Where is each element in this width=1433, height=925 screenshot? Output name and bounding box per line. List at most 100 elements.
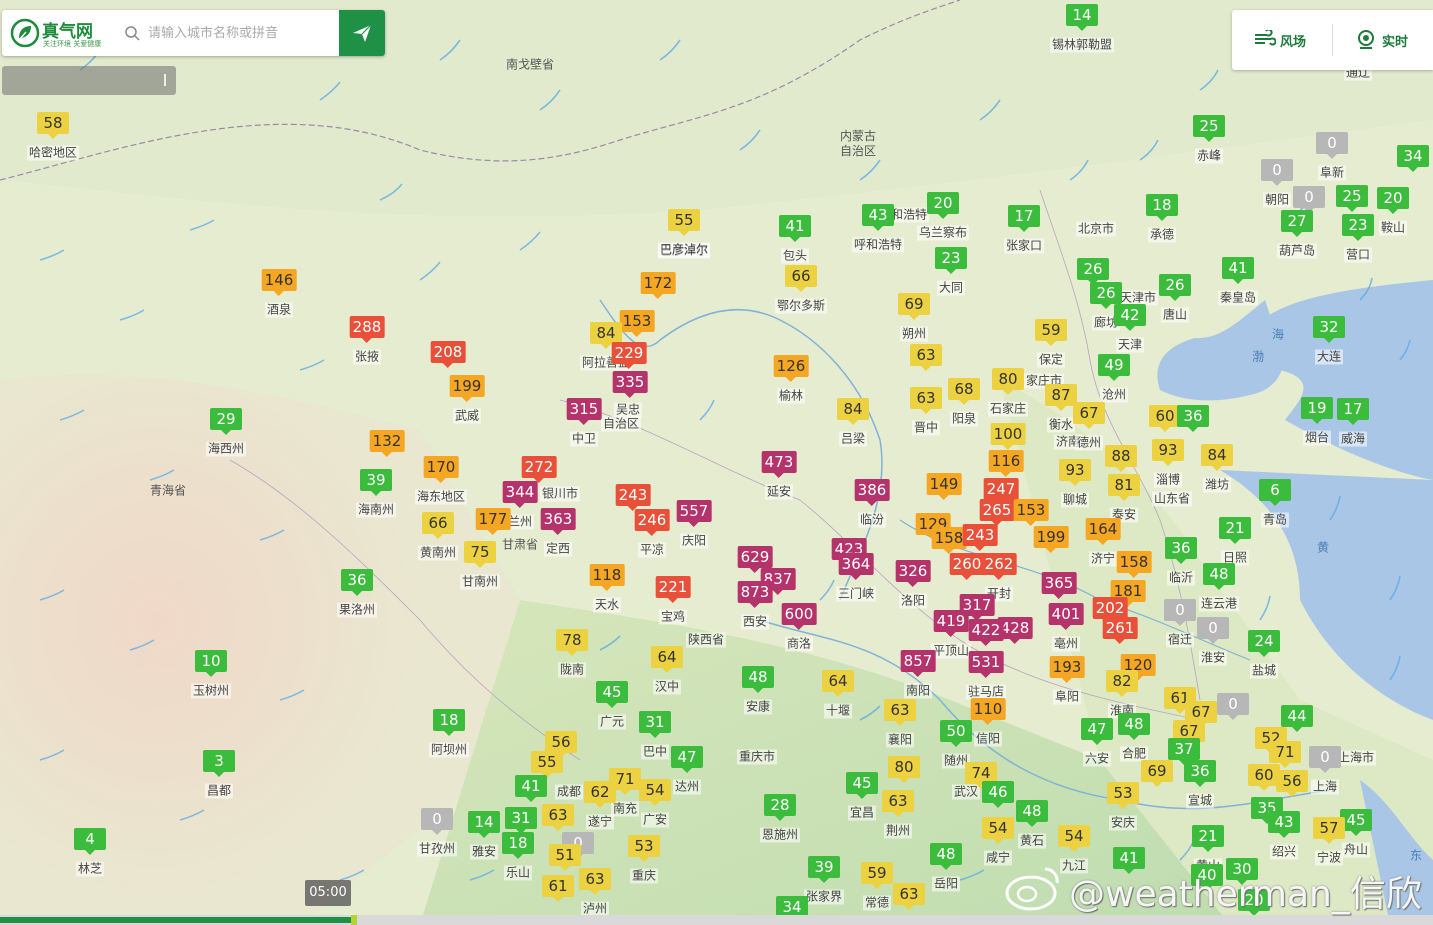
aqi-marker[interactable]: 68 (948, 378, 980, 405)
aqi-marker[interactable]: 29 (210, 408, 242, 435)
aqi-marker[interactable]: 260 (949, 553, 985, 580)
aqi-marker[interactable]: 262 (981, 553, 1017, 580)
aqi-marker[interactable]: 50 (940, 720, 972, 747)
aqi-marker[interactable]: 177 (475, 508, 511, 535)
aqi-marker[interactable]: 57 (1313, 817, 1345, 844)
aqi-marker[interactable]: 326 (895, 560, 931, 587)
aqi-marker[interactable]: 71 (1269, 741, 1301, 768)
aqi-marker[interactable]: 265 (979, 499, 1015, 526)
aqi-marker[interactable]: 75 (464, 541, 496, 568)
aqi-marker[interactable]: 24 (1248, 630, 1280, 657)
aqi-marker[interactable]: 246 (634, 509, 670, 536)
aqi-marker[interactable]: 59 (861, 862, 893, 889)
aqi-marker[interactable]: 93 (1152, 439, 1184, 466)
aqi-marker[interactable]: 48 (742, 666, 774, 693)
aqi-marker[interactable]: 0 (1197, 617, 1229, 644)
aqi-marker[interactable]: 193 (1049, 656, 1085, 683)
aqi-marker[interactable]: 34 (1397, 145, 1429, 172)
aqi-marker[interactable]: 63 (884, 699, 916, 726)
aqi-marker[interactable]: 208 (430, 341, 466, 368)
aqi-marker[interactable]: 54 (1058, 825, 1090, 852)
aqi-marker[interactable]: 873 (737, 581, 773, 608)
aqi-marker[interactable]: 18 (502, 832, 534, 859)
aqi-marker[interactable]: 118 (589, 564, 625, 591)
aqi-marker[interactable]: 419 (933, 610, 969, 637)
aqi-marker[interactable]: 48 (1016, 800, 1048, 827)
aqi-marker[interactable]: 4 (74, 828, 106, 855)
aqi-marker[interactable]: 88 (1105, 445, 1137, 472)
aqi-marker[interactable]: 221 (655, 576, 691, 603)
aqi-marker[interactable]: 36 (341, 569, 373, 596)
aqi-marker[interactable]: 243 (615, 484, 651, 511)
search-input[interactable] (148, 21, 338, 45)
aqi-marker[interactable]: 422 (968, 619, 1004, 646)
aqi-marker[interactable]: 80 (888, 756, 920, 783)
aqi-marker[interactable]: 0 (1293, 186, 1325, 213)
aqi-marker[interactable]: 170 (423, 456, 459, 483)
aqi-marker[interactable]: 18 (1146, 194, 1178, 221)
aqi-marker[interactable]: 36 (1177, 405, 1209, 432)
aqi-marker[interactable]: 14 (1066, 4, 1098, 31)
aqi-marker[interactable]: 64 (651, 646, 683, 673)
aqi-marker[interactable]: 153 (1013, 499, 1049, 526)
aqi-marker[interactable]: 37 (1168, 738, 1200, 765)
aqi-marker[interactable]: 45 (596, 681, 628, 708)
aqi-marker[interactable]: 126 (773, 355, 809, 382)
aqi-marker[interactable]: 54 (639, 779, 671, 806)
aqi-marker[interactable]: 20 (927, 192, 959, 219)
map-canvas[interactable]: 南戈壁省 内蒙古 自治区 青海省 甘肃省渤黄海东北京市 天津市 家庄市 山东省 济南 重庆市 陕西… (0, 0, 1433, 925)
aqi-marker[interactable]: 28 (764, 794, 796, 821)
aqi-marker[interactable]: 21 (1192, 825, 1224, 852)
aqi-marker[interactable]: 557 (676, 500, 712, 527)
aqi-marker[interactable]: 261 (1102, 617, 1138, 644)
aqi-marker[interactable]: 59 (1035, 319, 1067, 346)
aqi-marker[interactable]: 82 (1106, 670, 1138, 697)
aqi-marker[interactable]: 20 (1377, 187, 1409, 214)
aqi-marker[interactable]: 43 (1268, 811, 1300, 838)
aqi-marker[interactable]: 56 (1276, 770, 1308, 797)
aqi-marker[interactable]: 315 (566, 398, 602, 425)
aqi-marker[interactable]: 63 (542, 804, 574, 831)
aqi-marker[interactable]: 48 (1118, 713, 1150, 740)
aqi-marker[interactable]: 158 (931, 527, 967, 554)
aqi-marker[interactable]: 229 (611, 342, 647, 369)
aqi-marker[interactable]: 39 (808, 856, 840, 883)
aqi-marker[interactable]: 272 (521, 456, 557, 483)
aqi-marker[interactable]: 36 (1165, 537, 1197, 564)
aqi-marker[interactable]: 344 (502, 481, 538, 508)
aqi-marker[interactable]: 41 (1222, 257, 1254, 284)
aqi-marker[interactable]: 69 (1141, 760, 1173, 787)
aqi-marker[interactable]: 41 (779, 215, 811, 242)
aqi-marker[interactable]: 93 (1059, 459, 1091, 486)
aqi-marker[interactable]: 243 (962, 524, 998, 551)
aqi-marker[interactable]: 46 (982, 781, 1014, 808)
aqi-marker[interactable]: 100 (990, 423, 1026, 450)
aqi-marker[interactable]: 0 (421, 808, 453, 835)
aqi-marker[interactable]: 32 (1313, 316, 1345, 343)
aqi-marker[interactable]: 63 (893, 883, 925, 910)
aqi-marker[interactable]: 45 (846, 772, 878, 799)
aqi-marker[interactable]: 31 (639, 711, 671, 738)
aqi-marker[interactable]: 42 (1114, 304, 1146, 331)
aqi-marker[interactable]: 48 (1203, 563, 1235, 590)
aqi-marker[interactable]: 0 (1164, 599, 1196, 626)
aqi-marker[interactable]: 78 (556, 629, 588, 656)
aqi-marker[interactable]: 31 (505, 807, 537, 834)
aqi-marker[interactable]: 202 (1092, 597, 1128, 624)
aqi-marker[interactable]: 0 (1261, 159, 1293, 186)
aqi-marker[interactable]: 26 (1159, 274, 1191, 301)
aqi-marker[interactable]: 54 (982, 817, 1014, 844)
aqi-marker[interactable]: 363 (540, 508, 576, 535)
aqi-marker[interactable]: 26 (1090, 282, 1122, 309)
aqi-marker[interactable]: 3 (203, 750, 235, 777)
aqi-marker[interactable]: 247 (983, 478, 1019, 505)
aqi-marker[interactable]: 23 (1342, 214, 1374, 241)
aqi-marker[interactable]: 69 (898, 293, 930, 320)
aqi-marker[interactable]: 55 (531, 751, 563, 778)
realtime-button[interactable]: 实时 (1356, 28, 1426, 52)
aqi-marker[interactable]: 473 (761, 451, 797, 478)
aqi-marker[interactable]: 10 (195, 650, 227, 677)
aqi-marker[interactable]: 36 (1184, 760, 1216, 787)
aqi-marker[interactable]: 25 (1193, 115, 1225, 142)
aqi-marker[interactable]: 49 (1098, 354, 1130, 381)
